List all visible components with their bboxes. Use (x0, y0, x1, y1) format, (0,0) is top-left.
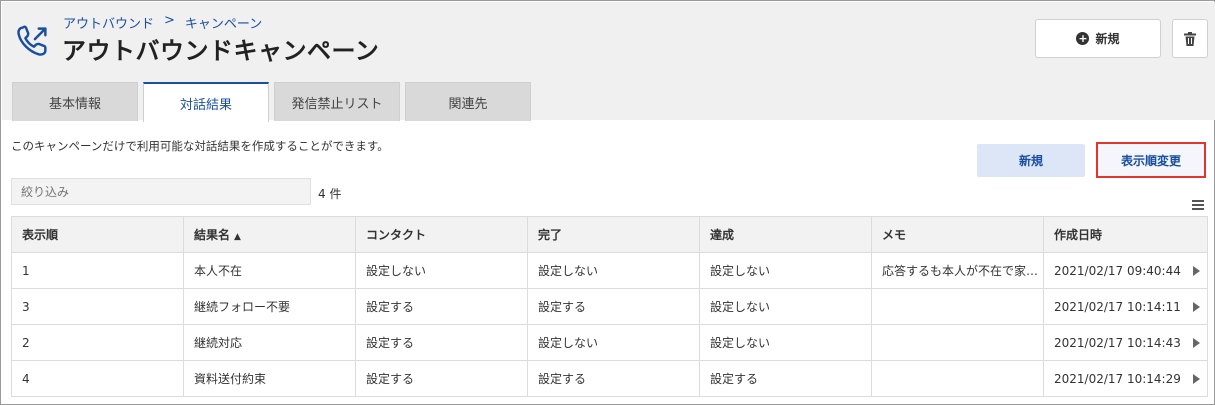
row-expand-icon[interactable] (1193, 265, 1200, 276)
cell-memo: 応答するも本人が不在で家… (871, 252, 1044, 289)
col-header-contact[interactable]: コンタクト (355, 216, 528, 253)
col-header-label: 結果名 (194, 228, 231, 242)
new-result-button[interactable]: 新規 (977, 144, 1085, 177)
cell-created-at: 2021/02/17 09:40:44 (1043, 252, 1208, 289)
row-expand-icon[interactable] (1193, 337, 1200, 348)
created-at-text: 2021/02/17 10:14:29 (1054, 371, 1181, 386)
cell-complete: 設定する (527, 288, 700, 325)
sort-ascending-icon: ▲ (234, 232, 241, 242)
table-row[interactable]: 2 継続対応 設定する 設定しない 設定しない 2021/02/17 10:14… (11, 324, 1208, 361)
cell-contact: 設定する (355, 324, 528, 361)
cell-achieved: 設定しない (699, 324, 872, 361)
cell-order: 4 (11, 360, 184, 397)
cell-complete: 設定しない (527, 252, 700, 289)
col-header-created-at[interactable]: 作成日時 (1043, 216, 1208, 253)
cell-contact: 設定しない (355, 252, 528, 289)
app-frame: アウトバウンド > キャンペーン アウトバウンドキャンペーン + 新規 基本情報… (0, 0, 1215, 405)
tab-label: 対話結果 (179, 97, 232, 113)
cell-achieved: 設定する (699, 360, 872, 397)
cell-contact: 設定する (355, 360, 528, 397)
page-title: アウトバウンドキャンペーン (62, 37, 380, 65)
col-header-label: 完了 (538, 228, 563, 242)
col-header-label: 達成 (710, 228, 735, 242)
cell-result-name: 本人不在 (183, 252, 356, 289)
created-at-text: 2021/02/17 10:14:11 (1054, 299, 1181, 314)
cell-created-at: 2021/02/17 10:14:29 (1043, 360, 1208, 397)
tab-dnc-list[interactable]: 発信禁止リスト (274, 82, 400, 121)
tab-bar: 基本情報 対話結果 発信禁止リスト 関連先 (12, 82, 536, 122)
header-new-button[interactable]: + 新規 (1035, 19, 1161, 58)
tab-label: 発信禁止リスト (291, 96, 383, 112)
description-text: このキャンペーンだけで利用可能な対話結果を作成することができます。 (11, 139, 389, 153)
col-header-complete[interactable]: 完了 (527, 216, 700, 253)
col-header-result-name[interactable]: 結果名 ▲ (183, 216, 356, 253)
cell-memo (871, 360, 1044, 397)
tab-label: 基本情報 (48, 96, 101, 112)
breadcrumb-separator: > (164, 13, 175, 28)
table-row[interactable]: 1 本人不在 設定しない 設定しない 設定しない 応答するも本人が不在で家… 2… (11, 252, 1208, 289)
phone-outbound-icon (17, 25, 47, 56)
tab-basic-info[interactable]: 基本情報 (12, 82, 138, 121)
tab-dialog-results[interactable]: 対話結果 (143, 82, 269, 122)
cell-achieved: 設定しない (699, 288, 872, 325)
cell-result-name: 資料送付約束 (183, 360, 356, 397)
col-header-order[interactable]: 表示順 (11, 216, 184, 253)
cell-complete: 設定する (527, 360, 700, 397)
page-header: アウトバウンド > キャンペーン アウトバウンドキャンペーン + 新規 基本情報… (2, 2, 1215, 122)
row-expand-icon[interactable] (1193, 373, 1200, 384)
created-at-text: 2021/02/17 09:40:44 (1054, 263, 1181, 278)
tab-label: 関連先 (448, 96, 488, 112)
col-header-label: メモ (882, 228, 907, 242)
cell-created-at: 2021/02/17 10:14:11 (1043, 288, 1208, 325)
trash-icon (1184, 31, 1196, 46)
cell-result-name: 継続対応 (183, 324, 356, 361)
cell-order: 1 (11, 252, 184, 289)
filter-input[interactable] (11, 178, 311, 205)
cell-memo (871, 324, 1044, 361)
cell-result-name: 継続フォロー不要 (183, 288, 356, 325)
results-table: 表示順 結果名 ▲ コンタクト 完了 達成 メモ 作成日時 1 本人不在 設定しな… (11, 216, 1208, 397)
delete-button[interactable] (1172, 19, 1208, 58)
breadcrumb-outbound[interactable]: アウトバウンド (63, 13, 154, 32)
cell-created-at: 2021/02/17 10:14:43 (1043, 324, 1208, 361)
header-new-label: 新規 (1095, 32, 1120, 46)
cell-memo (871, 288, 1044, 325)
col-header-label: コンタクト (366, 228, 427, 242)
table-row[interactable]: 3 継続フォロー不要 設定する 設定する 設定しない 2021/02/17 10… (11, 288, 1208, 325)
table-header-row: 表示順 結果名 ▲ コンタクト 完了 達成 メモ 作成日時 (11, 216, 1208, 253)
cell-order: 2 (11, 324, 184, 361)
result-count: 4 件 (318, 187, 342, 201)
created-at-text: 2021/02/17 10:14:43 (1054, 335, 1181, 350)
col-header-label: 表示順 (22, 228, 59, 242)
plus-circle-icon: + (1076, 32, 1090, 45)
cell-achieved: 設定しない (699, 252, 872, 289)
cell-complete: 設定しない (527, 324, 700, 361)
breadcrumb: アウトバウンド > キャンペーン (63, 13, 262, 32)
row-expand-icon[interactable] (1193, 301, 1200, 312)
cell-contact: 設定する (355, 288, 528, 325)
tab-related[interactable]: 関連先 (405, 82, 531, 121)
col-header-achieved[interactable]: 達成 (699, 216, 872, 253)
cell-order: 3 (11, 288, 184, 325)
column-menu-icon[interactable] (1192, 200, 1204, 210)
table-row[interactable]: 4 資料送付約束 設定する 設定する 設定する 2021/02/17 10:14… (11, 360, 1208, 397)
breadcrumb-campaign[interactable]: キャンペーン (185, 13, 262, 32)
reorder-button[interactable]: 表示順変更 (1096, 142, 1206, 178)
col-header-memo[interactable]: メモ (871, 216, 1044, 253)
col-header-label: 作成日時 (1054, 228, 1103, 242)
